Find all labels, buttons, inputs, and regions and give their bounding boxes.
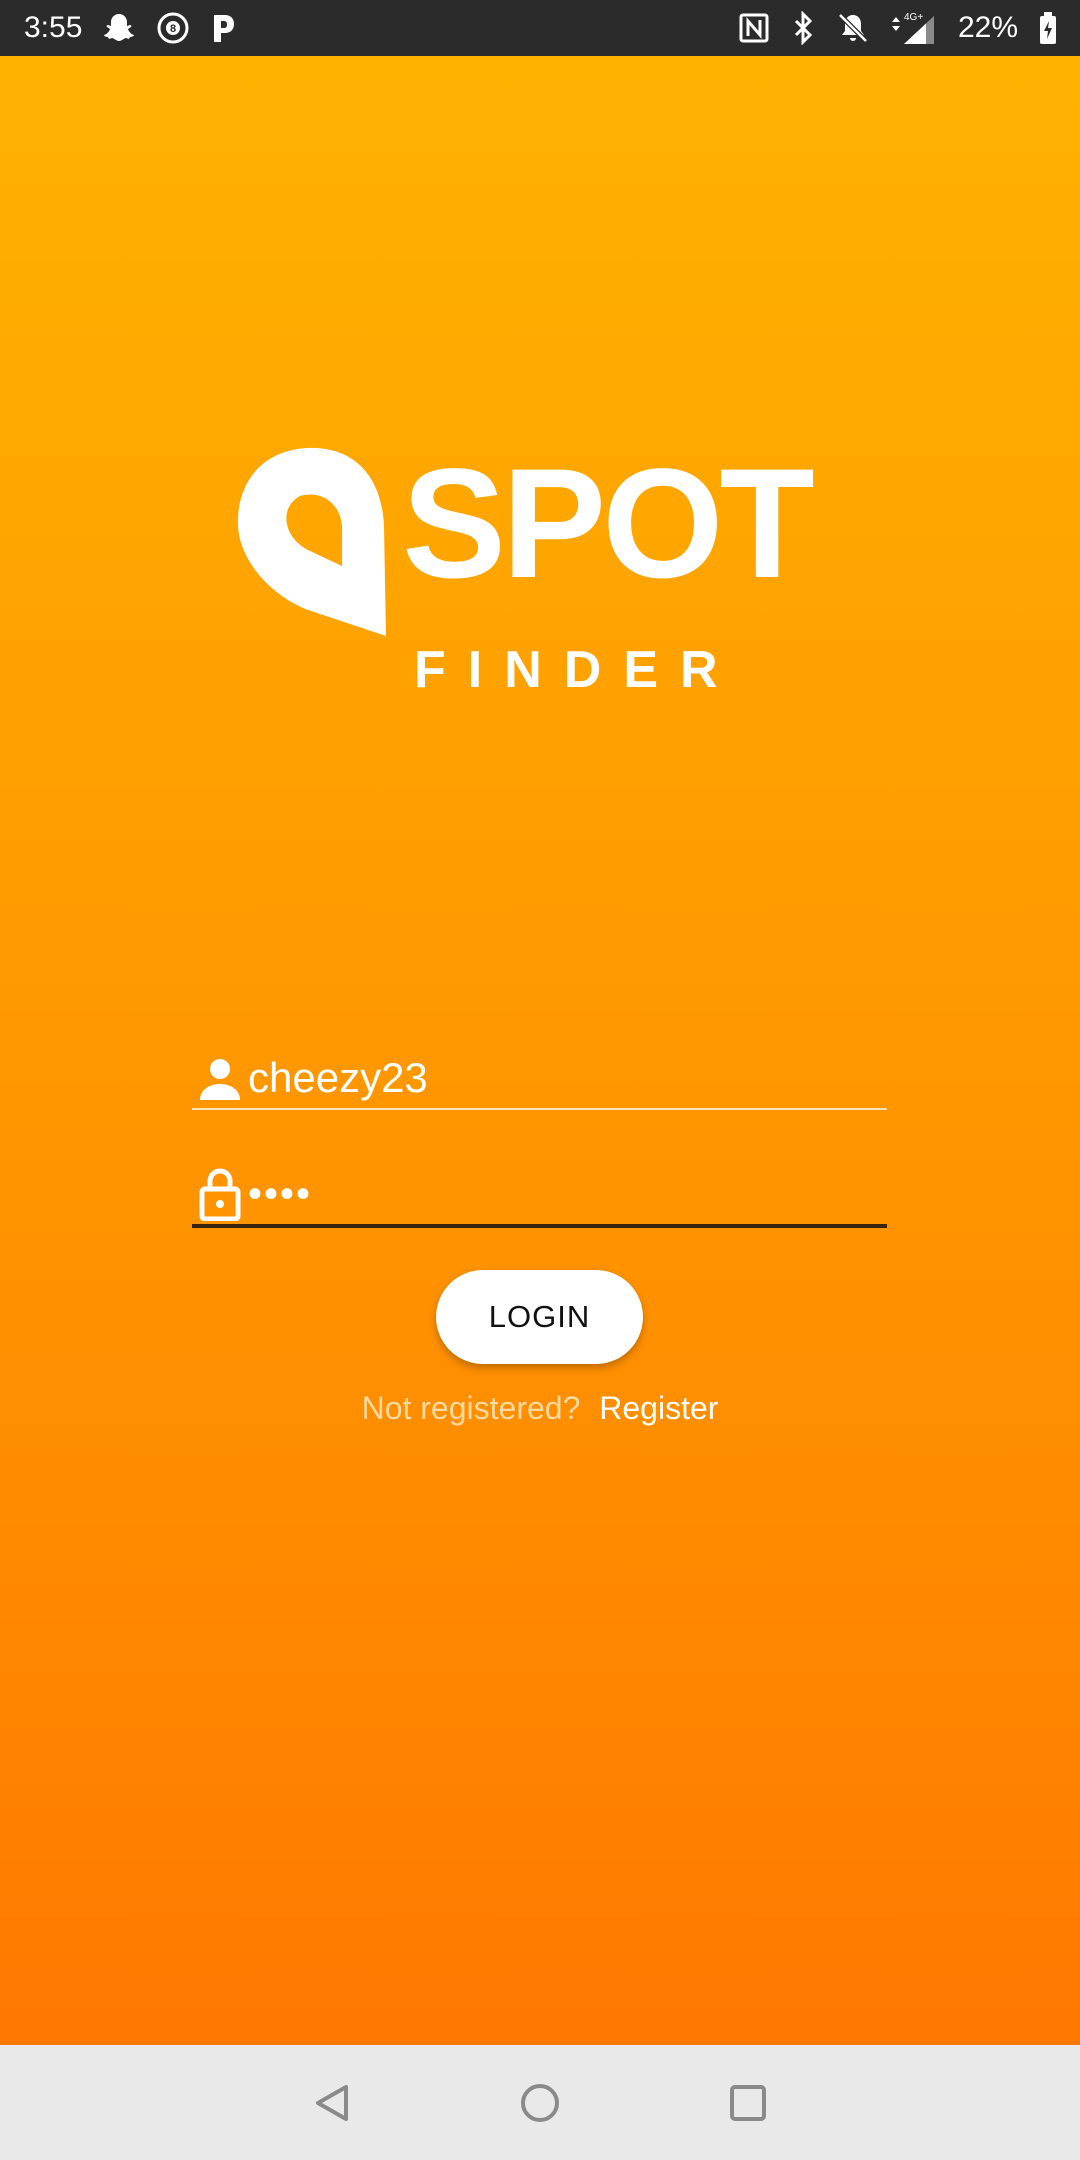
back-button[interactable] bbox=[302, 2073, 362, 2133]
signal-4g-icon: 4G+ bbox=[890, 10, 938, 46]
password-field[interactable] bbox=[192, 1162, 887, 1228]
bell-off-icon bbox=[836, 11, 870, 45]
person-icon bbox=[192, 1048, 248, 1108]
svg-text:8: 8 bbox=[170, 23, 176, 35]
logo-subtitle: FINDER bbox=[414, 641, 740, 699]
password-input[interactable] bbox=[248, 1164, 887, 1224]
register-link[interactable]: Register bbox=[599, 1390, 718, 1426]
register-row: Not registered? Register bbox=[0, 1390, 1080, 1427]
lock-icon bbox=[192, 1164, 248, 1224]
status-bar: 3:55 8 4G+ 22% bbox=[0, 0, 1080, 56]
login-button[interactable]: LOGIN bbox=[436, 1270, 643, 1364]
map-pin-icon bbox=[237, 447, 386, 636]
battery-charging-icon bbox=[1038, 11, 1058, 45]
not-registered-text: Not registered? bbox=[361, 1390, 581, 1426]
bluetooth-icon bbox=[790, 11, 816, 45]
home-icon bbox=[521, 2083, 559, 2122]
recents-button[interactable] bbox=[718, 2073, 778, 2133]
recents-icon bbox=[730, 2084, 766, 2121]
spot-finder-logo: SPOT FINDER bbox=[236, 446, 856, 706]
logo-wordmark: SPOT bbox=[402, 437, 815, 611]
login-screen: SPOT FINDER LOGIN Not registered? Regist… bbox=[0, 56, 1080, 2045]
pandora-icon bbox=[210, 11, 238, 45]
home-button[interactable] bbox=[510, 2073, 570, 2133]
username-input[interactable] bbox=[248, 1048, 887, 1108]
snapchat-icon bbox=[102, 11, 136, 45]
back-icon bbox=[316, 2084, 348, 2121]
nfc-icon bbox=[738, 12, 770, 44]
battery-percent: 22% bbox=[957, 11, 1018, 44]
status-time: 3:55 bbox=[24, 11, 83, 44]
username-field[interactable] bbox=[192, 1046, 887, 1110]
status-bar-left: 3:55 8 bbox=[24, 0, 238, 56]
8ball-icon: 8 bbox=[156, 11, 190, 45]
status-bar-right: 4G+ 22% bbox=[738, 0, 1058, 56]
network-type: 4G+ bbox=[904, 12, 923, 23]
navigation-bar bbox=[0, 2045, 1080, 2160]
